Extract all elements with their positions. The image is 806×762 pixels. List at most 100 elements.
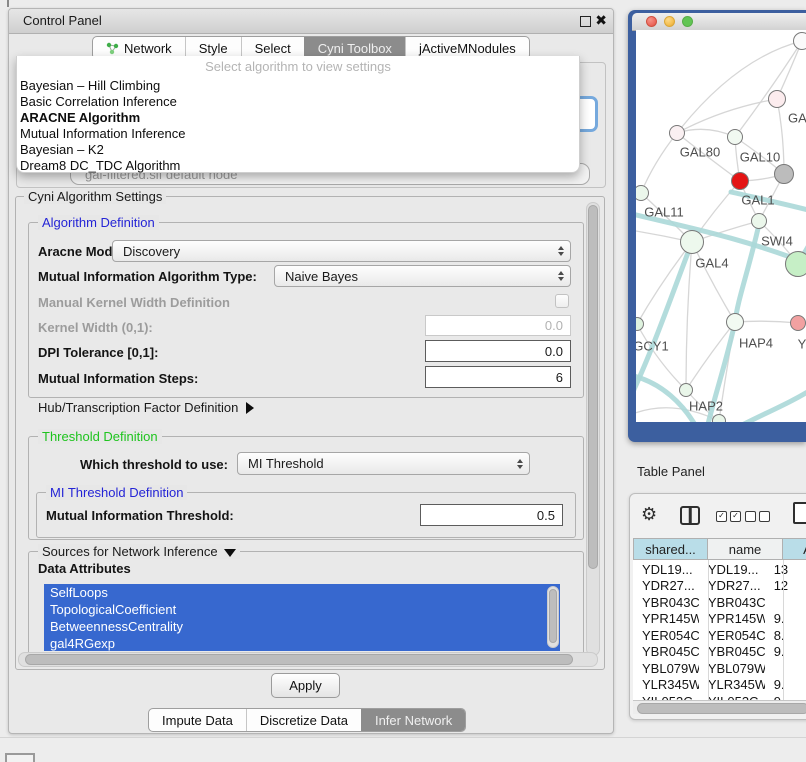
- network-edge[interactable]: [692, 242, 735, 322]
- mi-type-combo[interactable]: Naive Bayes: [274, 265, 571, 287]
- network-node-gal10[interactable]: [727, 129, 743, 145]
- which-threshold-combo[interactable]: MI Threshold: [237, 452, 530, 475]
- hub-definition-row[interactable]: Hub/Transcription Factor Definition: [38, 400, 254, 415]
- algorithm-definition-title: Algorithm Definition: [38, 215, 159, 230]
- apply-button[interactable]: Apply: [271, 673, 340, 698]
- table-row-ydr27[interactable]: YDR27...YDR27...12: [633, 578, 806, 595]
- table-cell: YLR345W: [633, 677, 699, 692]
- table-horizontal-scrollbar-thumb[interactable]: [637, 703, 806, 714]
- network-node-swi4[interactable]: [751, 213, 767, 229]
- column-layout-icon[interactable]: [680, 506, 700, 525]
- settings-vertical-scrollbar[interactable]: [586, 202, 600, 656]
- algorithm-item-bayesian-k2[interactable]: Bayesian – K2: [17, 142, 579, 158]
- column-header-name[interactable]: name: [708, 538, 783, 560]
- table-row-ybl079w[interactable]: YBL079WYBL079W: [633, 660, 806, 677]
- mi-steps-field[interactable]: 6: [425, 366, 571, 388]
- attribute-item-selfloops[interactable]: SelfLoops: [44, 584, 560, 601]
- table-cell: YPR145W: [633, 611, 699, 626]
- table-cell: YDL19...: [633, 562, 699, 577]
- attribute-item-betweennesscentrality[interactable]: BetweennessCentrality: [44, 618, 560, 635]
- tab-discretize-data[interactable]: Discretize Data: [246, 709, 361, 731]
- network-node-gal80[interactable]: [669, 125, 685, 141]
- float-panel-icon[interactable]: [580, 16, 591, 27]
- attributes-scrollbar[interactable]: [547, 586, 559, 648]
- table-row-ylr345w[interactable]: YLR345WYLR345W9.: [633, 677, 806, 694]
- network-node-label-gal1: GAL1: [741, 193, 774, 208]
- network-edge[interactable]: [677, 99, 777, 133]
- network-node[interactable]: [774, 164, 794, 184]
- dpi-tolerance-field[interactable]: 0.0: [425, 340, 571, 362]
- table-row-ybr043c[interactable]: YBR043CYBR043C: [633, 594, 806, 611]
- settings-vertical-scrollbar-thumb[interactable]: [588, 205, 598, 569]
- close-traffic-light[interactable]: [646, 16, 657, 27]
- network-node-gal1[interactable]: [731, 172, 749, 190]
- data-attributes-list[interactable]: SelfLoopsTopologicalCoefficientBetweenne…: [44, 584, 560, 651]
- algorithm-item-mutual-information-inference[interactable]: Mutual Information Inference: [17, 126, 579, 142]
- bottom-strip: [0, 737, 806, 762]
- table-cell: YER054C: [633, 628, 699, 643]
- network-node-hap4[interactable]: [726, 313, 744, 331]
- settings-horizontal-scrollbar[interactable]: [18, 652, 598, 667]
- tab-infer-network[interactable]: Infer Network: [361, 709, 465, 731]
- network-node-label-gal4: GAL4: [695, 256, 728, 271]
- table-row-ypr145w[interactable]: YPR145WYPR145W9.: [633, 611, 806, 628]
- algorithm-dropdown-placeholder: Select algorithm to view settings: [17, 56, 579, 78]
- grid-line: [783, 560, 784, 700]
- table-row-yil053c[interactable]: YIL053CYIL053C9.: [633, 693, 806, 700]
- gear-icon[interactable]: ⚙: [641, 504, 657, 525]
- aracne-mode-combo[interactable]: Discovery: [112, 240, 571, 262]
- network-edge-highlighted[interactable]: [636, 242, 692, 398]
- minimized-panel-fragment[interactable]: [5, 753, 35, 762]
- manual-kernel-checkbox[interactable]: [555, 294, 569, 308]
- network-edge[interactable]: [677, 41, 802, 133]
- table-horizontal-scrollbar[interactable]: [633, 700, 806, 714]
- algorithm-item-dream8-dc-tdc-algorithm[interactable]: Dream8 DC_TDC Algorithm: [17, 158, 579, 174]
- manual-kernel-label: Manual Kernel Width Definition: [38, 295, 230, 310]
- table-cell: 12: [765, 578, 806, 593]
- network-node-gal4[interactable]: [680, 230, 704, 254]
- select-all-columns-icon[interactable]: ✓✓: [716, 511, 741, 522]
- network-node-hap2[interactable]: [679, 383, 693, 397]
- zoom-traffic-light[interactable]: [682, 16, 693, 27]
- column-header-a[interactable]: A: [783, 538, 806, 560]
- dpi-tolerance-value: 0.0: [545, 344, 563, 359]
- deselect-all-columns-icon[interactable]: [745, 511, 770, 522]
- close-icon[interactable]: ✖: [595, 12, 607, 29]
- kernel-width-field[interactable]: 0.0: [425, 315, 571, 336]
- table-row-ydl19[interactable]: YDL19...YDL19...13: [633, 561, 806, 578]
- network-edge[interactable]: [686, 242, 692, 390]
- algorithm-item-bayesian-hill-climbing[interactable]: Bayesian – Hill Climbing: [17, 78, 579, 94]
- network-node-label-gcy1: GCY1: [636, 339, 669, 354]
- tab-impute-data[interactable]: Impute Data: [149, 709, 246, 731]
- table-row-yer054c[interactable]: YER054CYER054C8.: [633, 627, 806, 644]
- network-node[interactable]: [712, 414, 726, 422]
- network-node-y[interactable]: [790, 315, 806, 331]
- dpi-tolerance-label: DPI Tolerance [0,1]:: [38, 345, 158, 360]
- mi-threshold-field[interactable]: 0.5: [420, 504, 563, 526]
- collapse-down-icon[interactable]: [224, 549, 236, 557]
- network-node-label-swi4: SWI4: [761, 234, 793, 249]
- minimize-traffic-light[interactable]: [664, 16, 675, 27]
- table-cell: 9.: [765, 644, 806, 659]
- attribute-item-gal4rgexp[interactable]: gal4RGexp: [44, 635, 560, 651]
- network-edge-highlighted[interactable]: [735, 220, 760, 322]
- network-edge[interactable]: [641, 133, 677, 193]
- algorithm-item-aracne-algorithm[interactable]: ARACNE Algorithm: [17, 110, 579, 126]
- table-row-ybr045c[interactable]: YBR045CYBR045C9.: [633, 644, 806, 661]
- network-node-gal[interactable]: [768, 90, 786, 108]
- attribute-item-topologicalcoefficient[interactable]: TopologicalCoefficient: [44, 601, 560, 618]
- column-header-shared[interactable]: shared...: [633, 538, 708, 560]
- network-node[interactable]: [793, 32, 806, 50]
- kernel-width-label: Kernel Width (0,1):: [38, 320, 153, 335]
- table-cell: 9.: [765, 677, 806, 692]
- network-edge[interactable]: [735, 321, 798, 323]
- expand-right-icon[interactable]: [246, 402, 254, 414]
- network-canvas[interactable]: GALGAL80GAL10GAL1GAL11SWI4GAL4GCY1HAP4YH…: [636, 30, 806, 422]
- mi-type-label: Mutual Information Algorithm Type:: [38, 269, 257, 284]
- attributes-scrollbar-thumb[interactable]: [549, 589, 557, 643]
- settings-horizontal-scrollbar-thumb[interactable]: [25, 654, 573, 665]
- algorithm-item-basic-correlation-inference[interactable]: Basic Correlation Inference: [17, 94, 579, 110]
- network-node[interactable]: [785, 251, 806, 277]
- network-edges: [636, 30, 806, 422]
- new-table-icon[interactable]: [793, 502, 806, 524]
